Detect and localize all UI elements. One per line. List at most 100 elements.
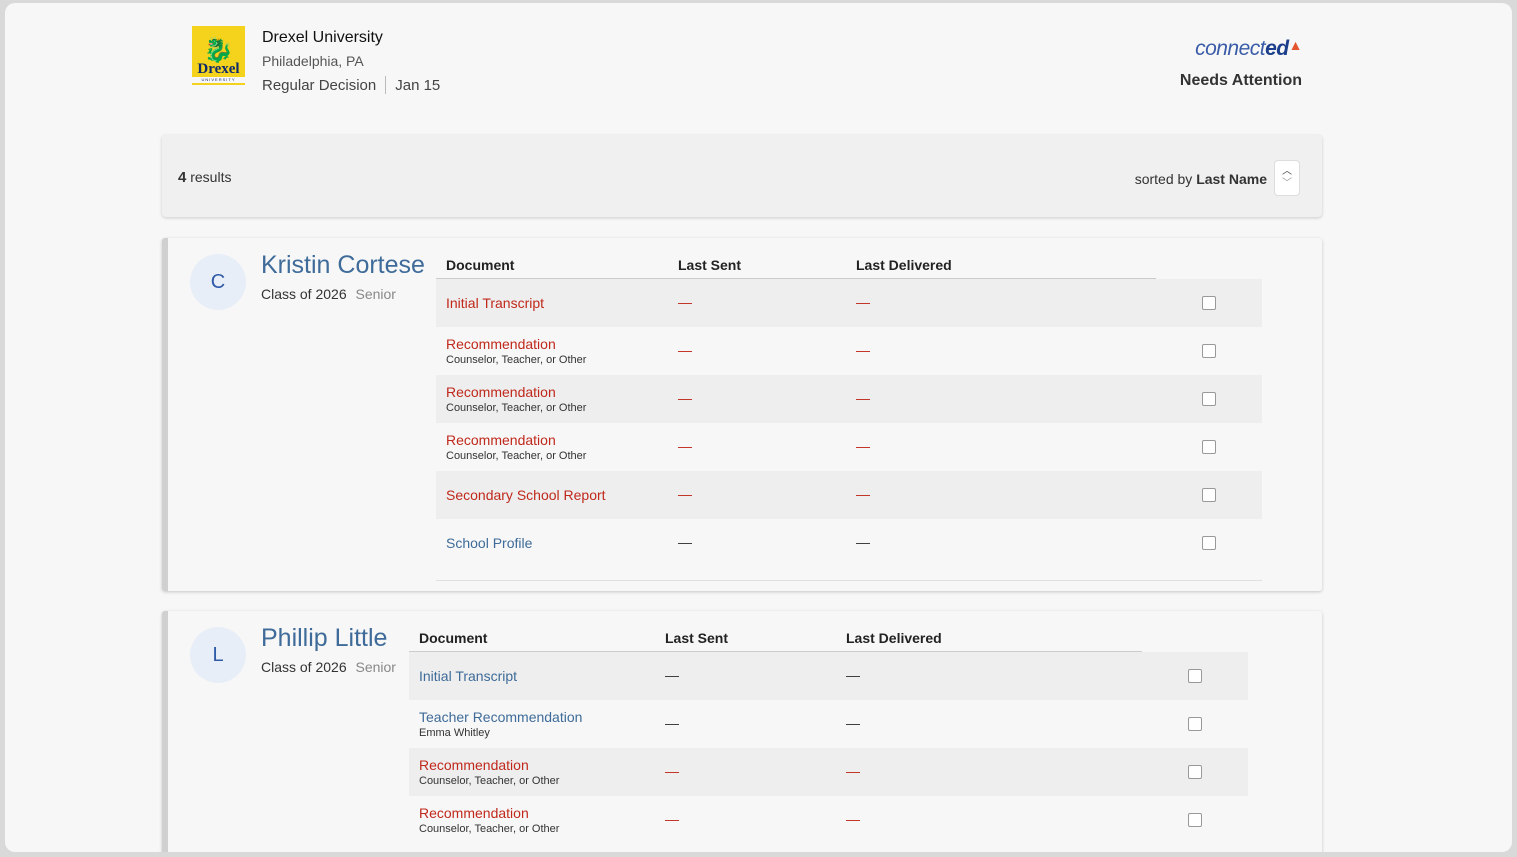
last-delivered-cell: — (846, 763, 1142, 781)
chevron-up-icon[interactable]: ︿ (1282, 166, 1292, 178)
student-card: C Kristin Cortese Class of 2026 Senior D… (162, 238, 1322, 591)
document-cell: Recommendation Counselor, Teacher, or Ot… (436, 432, 678, 462)
university-location: Philadelphia, PA (262, 53, 364, 69)
dragon-icon: 🐉 (203, 36, 234, 64)
select-cell (1156, 440, 1262, 454)
last-delivered-value: — (856, 534, 870, 550)
table-body: Initial Transcript — — Recommendation Co… (436, 279, 1262, 567)
document-link[interactable]: Recommendation (446, 384, 678, 400)
table-row: School Profile — — (436, 519, 1262, 567)
sort-direction-toggle[interactable]: ︿ ﹀ (1274, 160, 1300, 196)
document-cell: Recommendation Counselor, Teacher, or Ot… (436, 384, 678, 414)
last-sent-value: — (665, 763, 679, 779)
documents-table: Document Last Sent Last Delivered Initia… (409, 625, 1248, 852)
results-number: 4 (178, 169, 187, 186)
table-body: Initial Transcript — — Teacher Recommend… (409, 652, 1248, 844)
divider (385, 76, 387, 94)
university-logo: 🐉 Drexel UNIVERSITY (192, 26, 245, 85)
last-sent-cell: — (678, 390, 856, 408)
university-name: Drexel University (262, 29, 383, 46)
page-header: 🐉 Drexel UNIVERSITY Drexel University Ph… (5, 3, 1512, 123)
brand-prefix: connect (1195, 37, 1266, 60)
table-row: Secondary School Report — — (436, 471, 1262, 519)
avatar: C (190, 254, 246, 310)
row-checkbox[interactable] (1188, 717, 1202, 731)
student-level: Senior (355, 659, 396, 675)
table-row: Recommendation Counselor, Teacher, or Ot… (409, 796, 1248, 844)
app-window: 🐉 Drexel UNIVERSITY Drexel University Ph… (5, 3, 1512, 852)
last-sent-cell: — (665, 811, 846, 829)
document-cell: Initial Transcript (409, 668, 665, 684)
last-sent-value: — (665, 667, 679, 683)
brand-suffix: ed (1265, 37, 1289, 60)
last-delivered-cell: — (856, 390, 1156, 408)
document-link[interactable]: Initial Transcript (419, 668, 665, 684)
row-checkbox[interactable] (1202, 392, 1216, 406)
table-row: Recommendation Counselor, Teacher, or Ot… (436, 375, 1262, 423)
row-checkbox[interactable] (1202, 344, 1216, 358)
last-sent-value: — (678, 534, 692, 550)
document-subtitle: Counselor, Teacher, or Other (446, 402, 587, 414)
document-link[interactable]: Initial Transcript (446, 295, 678, 311)
row-checkbox[interactable] (1202, 296, 1216, 310)
last-delivered-cell: — (846, 667, 1142, 685)
last-delivered-value: — (856, 438, 870, 454)
last-sent-value: — (678, 294, 692, 310)
header-document: Document (446, 257, 515, 273)
table-row: Teacher Recommendation Emma Whitley — — (409, 700, 1248, 748)
select-cell (1142, 813, 1248, 827)
header-last-delivered: Last Delivered (846, 630, 942, 646)
student-name[interactable]: Phillip Little (261, 624, 387, 653)
student-level: Senior (355, 286, 396, 302)
row-checkbox[interactable] (1202, 488, 1216, 502)
sort-field: Last Name (1196, 171, 1267, 187)
select-cell (1156, 392, 1262, 406)
last-delivered-value: — (856, 342, 870, 358)
document-subtitle: Counselor, Teacher, or Other (446, 450, 587, 462)
last-delivered-cell: — (846, 811, 1142, 829)
last-delivered-cell: — (856, 294, 1156, 312)
document-link[interactable]: Secondary School Report (446, 487, 678, 503)
chevron-down-icon[interactable]: ﹀ (1282, 178, 1292, 190)
row-checkbox[interactable] (1188, 765, 1202, 779)
last-delivered-value: — (846, 667, 860, 683)
document-link[interactable]: Recommendation (419, 757, 665, 773)
results-bar: 4 results sorted by Last Name ︿ ﹀ (162, 135, 1322, 217)
document-link[interactable]: Recommendation (446, 432, 678, 448)
logo-word: Drexel (197, 61, 240, 77)
last-sent-value: — (678, 342, 692, 358)
connected-logo: connected▲ (1195, 37, 1302, 61)
row-checkbox[interactable] (1188, 669, 1202, 683)
document-link[interactable]: Recommendation (419, 805, 665, 821)
last-delivered-cell: — (856, 438, 1156, 456)
table-header: Document Last Sent Last Delivered (436, 252, 1156, 279)
status-heading: Needs Attention (1179, 72, 1302, 89)
document-link[interactable]: Teacher Recommendation (419, 709, 665, 725)
last-delivered-cell: — (856, 342, 1156, 360)
documents-table: Document Last Sent Last Delivered Initia… (436, 252, 1262, 581)
student-class: Class of 2026 Senior (261, 286, 396, 302)
results-label: results (190, 169, 232, 185)
table-header: Document Last Sent Last Delivered (409, 625, 1142, 652)
decision-type: Regular Decision (262, 76, 377, 94)
row-checkbox[interactable] (1202, 440, 1216, 454)
select-cell (1156, 488, 1262, 502)
last-sent-cell: — (678, 486, 856, 504)
document-subtitle: Counselor, Teacher, or Other (419, 823, 560, 835)
class-year: Class of 2026 (261, 286, 347, 302)
document-link[interactable]: School Profile (446, 535, 678, 551)
last-sent-value: — (678, 438, 692, 454)
row-checkbox[interactable] (1202, 536, 1216, 550)
document-link[interactable]: Recommendation (446, 336, 678, 352)
row-checkbox[interactable] (1188, 813, 1202, 827)
student-card: L Phillip Little Class of 2026 Senior Do… (162, 611, 1322, 852)
sort-prefix: sorted by (1134, 171, 1193, 187)
table-row: Recommendation Counselor, Teacher, or Ot… (436, 327, 1262, 375)
table-row: Recommendation Counselor, Teacher, or Ot… (436, 423, 1262, 471)
select-cell (1142, 765, 1248, 779)
last-sent-cell: — (678, 294, 856, 312)
select-cell (1156, 536, 1262, 550)
student-name[interactable]: Kristin Cortese (261, 251, 425, 280)
logo-sub: UNIVERSITY (192, 77, 245, 83)
table-row: Initial Transcript — — (436, 279, 1262, 327)
